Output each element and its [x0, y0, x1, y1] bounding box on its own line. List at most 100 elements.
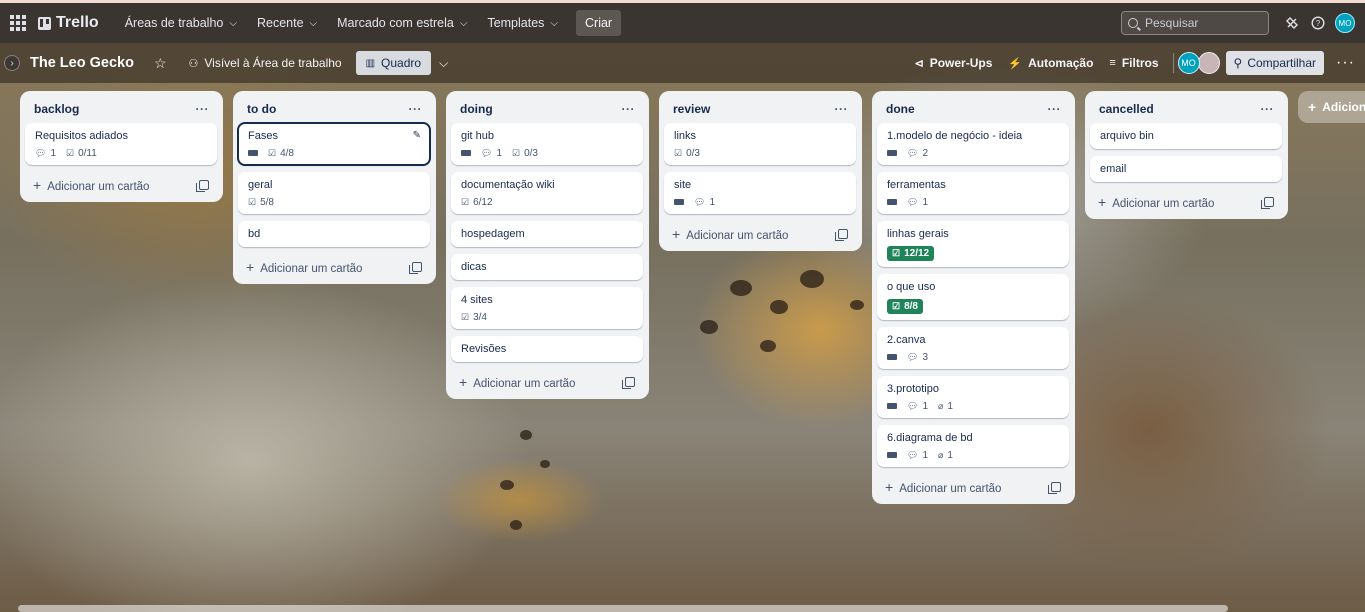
list-title[interactable]: doing	[460, 102, 493, 116]
list-doing: doing ··· git hub 💬︎ 1 ☑ 0/3 documentação …	[446, 91, 649, 399]
template-icon[interactable]	[409, 262, 422, 274]
card[interactable]: Fases ✎ ☑ 4/8	[237, 122, 431, 166]
comments-count: 1	[709, 197, 715, 208]
list-title[interactable]: cancelled	[1099, 102, 1154, 116]
checklist-badge: ☑ 6/12	[461, 197, 493, 208]
card[interactable]: email	[1090, 156, 1282, 182]
menu-templates[interactable]: Templates ⌵	[479, 10, 566, 36]
add-card-button[interactable]: + Adicionar um cartão	[246, 259, 362, 275]
add-list-button[interactable]: + Adicionar outra lista	[1298, 91, 1365, 123]
menu-templates-label: Templates	[487, 16, 545, 30]
add-card-button[interactable]: + Adicionar um cartão	[1098, 194, 1214, 210]
more-options-icon[interactable]: ···	[1336, 54, 1355, 72]
list-menu-icon[interactable]: ···	[1048, 102, 1062, 116]
list-header: review ···	[664, 95, 856, 123]
template-icon[interactable]	[622, 377, 635, 389]
add-card-button[interactable]: + Adicionar um cartão	[33, 177, 149, 193]
visibility-button[interactable]: ⚇ Visível à Área de trabalho	[183, 51, 348, 75]
card-title: site	[674, 179, 692, 191]
app-switcher-icon[interactable]	[10, 15, 26, 31]
share-button[interactable]: ⚲ Compartilhar	[1225, 51, 1325, 75]
checklist-icon: ☑	[674, 148, 683, 158]
add-card-button[interactable]: + Adicionar um cartão	[885, 479, 1001, 495]
card[interactable]: links ☑ 0/3	[664, 123, 856, 165]
add-card-button[interactable]: + Adicionar um cartão	[459, 374, 575, 390]
list-title[interactable]: backlog	[34, 102, 79, 116]
card[interactable]: linhas gerais ☑ 12/12	[877, 221, 1069, 267]
card[interactable]: git hub 💬︎ 1 ☑ 0/3	[451, 123, 643, 165]
comment-icon: 💬︎	[481, 148, 493, 158]
create-button[interactable]: Criar	[576, 10, 622, 36]
chevron-down-icon[interactable]: ⌵	[439, 56, 448, 71]
list-menu-icon[interactable]: ···	[622, 102, 636, 116]
list-menu-icon[interactable]: ···	[835, 102, 849, 116]
add-card-row: + Adicionar um cartão	[238, 254, 430, 276]
template-icon[interactable]	[1261, 197, 1274, 209]
list-title[interactable]: review	[673, 102, 710, 116]
card[interactable]: hospedagem	[451, 221, 643, 247]
add-card-row: + Adicionar um cartão	[877, 474, 1069, 496]
card[interactable]: geral ☑ 5/8	[238, 172, 430, 214]
card[interactable]: dicas	[451, 254, 643, 280]
card[interactable]: arquivo bin	[1090, 123, 1282, 149]
trello-logo[interactable]: Trello	[38, 14, 99, 32]
add-card-button[interactable]: + Adicionar um cartão	[672, 226, 788, 242]
attachments-count: 1	[947, 401, 953, 412]
card-badges: 💬︎ 3	[887, 352, 1059, 363]
plus-icon: +	[1098, 194, 1107, 210]
template-icon[interactable]	[835, 229, 848, 241]
list-menu-icon[interactable]: ···	[1261, 102, 1275, 116]
card[interactable]: 1.modelo de negócio - ideia 💬︎ 2	[877, 123, 1069, 165]
help-icon[interactable]: ?	[1307, 12, 1329, 34]
card[interactable]: 2.canva 💬︎ 3	[877, 327, 1069, 369]
card[interactable]: 4 sites ☑ 3/4	[451, 287, 643, 329]
card[interactable]: bd	[238, 221, 430, 247]
board-header: › The Leo Gecko ☆ ⚇ Visível à Área de tr…	[0, 43, 1365, 83]
notifications-icon[interactable]	[1281, 12, 1303, 34]
template-icon[interactable]	[1048, 482, 1061, 494]
list-menu-icon[interactable]: ···	[409, 102, 423, 116]
card[interactable]: 3.prototipo 💬︎ 1 ⌀ 1	[877, 376, 1069, 418]
lightning-icon: ⚡	[1008, 57, 1023, 70]
top-navigation-bar: Trello Áreas de trabalho ⌵ Recente ⌵ Marca…	[0, 0, 1365, 43]
comment-icon: 💬︎	[35, 148, 47, 158]
search-input[interactable]: Pesquisar	[1121, 11, 1269, 35]
menu-recent[interactable]: Recente ⌵	[249, 10, 325, 36]
expand-sidebar-icon[interactable]: ›	[4, 55, 20, 71]
filters-button[interactable]: ≡ Filtros	[1103, 51, 1164, 75]
edit-card-icon[interactable]: ✎	[413, 130, 421, 141]
power-ups-button[interactable]: ⊲ Power-Ups	[908, 51, 998, 75]
card[interactable]: site 💬︎ 1	[664, 172, 856, 214]
add-card-row: + Adicionar um cartão	[25, 172, 217, 194]
user-avatar[interactable]: MO	[1335, 13, 1355, 33]
card[interactable]: Revisões	[451, 336, 643, 362]
menu-workspaces[interactable]: Áreas de trabalho ⌵	[117, 10, 245, 36]
list-title[interactable]: done	[886, 102, 915, 116]
star-board-button[interactable]: ☆	[148, 50, 179, 77]
card[interactable]: documentação wiki ☑ 6/12	[451, 172, 643, 214]
filter-icon: ≡	[1109, 57, 1116, 69]
card[interactable]: ferramentas 💬︎ 1	[877, 172, 1069, 214]
board-title[interactable]: The Leo Gecko	[30, 55, 134, 71]
checklist-icon: ☑	[461, 312, 470, 322]
horizontal-scrollbar[interactable]	[18, 605, 1228, 612]
card-title: arquivo bin	[1100, 130, 1154, 142]
board-view-button[interactable]: ▥ Quadro	[355, 51, 432, 75]
list-title[interactable]: to do	[247, 102, 276, 116]
list-menu-icon[interactable]: ···	[196, 102, 210, 116]
board-header-right: ⊲ Power-Ups ⚡ Automação ≡ Filtros MO ⚲ C…	[908, 51, 1365, 75]
star-icon: ☆	[153, 54, 167, 71]
card[interactable]: 6.diagrama de bd 💬︎ 1 ⌀ 1	[877, 425, 1069, 467]
description-icon	[248, 149, 258, 158]
card-title: geral	[248, 179, 273, 191]
comment-icon: 💬︎	[907, 148, 919, 158]
member-avatar[interactable]: MO	[1177, 52, 1200, 74]
card-badges: ☑ 5/8	[248, 197, 420, 208]
comment-icon: 💬︎	[907, 401, 919, 411]
automation-button[interactable]: ⚡ Automação	[1002, 51, 1099, 75]
card[interactable]: Requisitos adiados 💬︎ 1 ☑ 0/11	[25, 123, 217, 165]
menu-starred[interactable]: Marcado com estrela ⌵	[329, 10, 475, 36]
member-avatar-photo[interactable]	[1197, 52, 1220, 74]
template-icon[interactable]	[196, 180, 209, 192]
card[interactable]: o que uso ☑ 8/8	[877, 274, 1069, 320]
